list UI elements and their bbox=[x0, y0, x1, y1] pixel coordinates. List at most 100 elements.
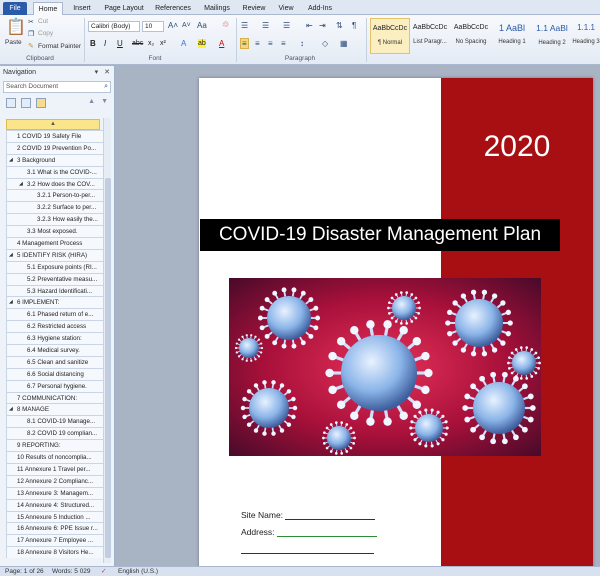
shading-icon[interactable]: ◇ bbox=[322, 39, 328, 48]
nav-scroll-thumb[interactable] bbox=[105, 178, 111, 558]
show-formatting-icon[interactable]: ¶ bbox=[352, 21, 356, 30]
justify-icon[interactable]: ≡ bbox=[281, 39, 286, 48]
tab-add-ins[interactable]: Add-Ins bbox=[305, 2, 335, 15]
address-field[interactable]: Address: bbox=[241, 527, 377, 537]
search-input[interactable]: Search Document ⌕ bbox=[3, 81, 111, 93]
increase-indent-icon[interactable]: ⇥ bbox=[319, 21, 326, 30]
style-normal[interactable]: AaBbCcDc ¶ Normal bbox=[370, 18, 410, 54]
style-heading-2[interactable]: 1.1 AaBl Heading 2 bbox=[532, 18, 572, 54]
nav-heading-item[interactable]: 8.1 COVID-19 Manage... bbox=[6, 415, 104, 428]
nav-heading-item[interactable]: 3.3 Most exposed. bbox=[6, 225, 104, 238]
nav-heading-item[interactable]: 5 IDENTIFY RISK (HIRA) bbox=[6, 248, 104, 261]
strikethrough-icon[interactable]: abc bbox=[132, 39, 143, 48]
tab-file[interactable]: File bbox=[3, 2, 27, 15]
cut-icon[interactable]: ✂ bbox=[28, 18, 34, 27]
browse-results-icon[interactable] bbox=[36, 98, 46, 108]
nav-heading-item[interactable]: 2 COVID 19 Prevention Po... bbox=[6, 141, 104, 154]
tab-page-layout[interactable]: Page Layout bbox=[102, 2, 146, 15]
superscript-icon[interactable]: x² bbox=[160, 39, 166, 48]
decrease-indent-icon[interactable]: ⇤ bbox=[306, 21, 313, 30]
browse-pages-icon[interactable] bbox=[21, 98, 31, 108]
nav-heading-item[interactable]: 3.2 How does the COV... bbox=[6, 177, 104, 190]
align-center-icon[interactable]: ≡ bbox=[255, 39, 260, 48]
style-list-paragraph[interactable]: AaBbCcDc List Paragr... bbox=[410, 18, 450, 54]
previous-icon[interactable]: ▲ bbox=[88, 98, 95, 105]
nav-heading-item[interactable]: 3.1 What is the COVID-... bbox=[6, 165, 104, 178]
document-page[interactable]: 2020 COVID-19 Disaster Management Plan S… bbox=[199, 78, 593, 568]
nav-heading-item[interactable]: 7 COMMUNICATION: bbox=[6, 391, 104, 404]
nav-collapse-all-button[interactable]: ▲ bbox=[6, 119, 100, 130]
bullets-icon[interactable]: ☰ bbox=[241, 21, 248, 30]
font-size-combo[interactable]: 10 bbox=[142, 21, 164, 32]
nav-heading-item[interactable]: 3.2.2 Surface to per... bbox=[6, 201, 104, 214]
tab-review[interactable]: Review bbox=[240, 2, 268, 15]
nav-heading-item[interactable]: 16 Annexure 6: PPE Issue r... bbox=[6, 522, 104, 535]
underline-icon[interactable]: U bbox=[117, 39, 123, 48]
language-indicator[interactable]: English (U.S.) bbox=[118, 567, 158, 576]
style-heading-1[interactable]: 1 AaBl Heading 1 bbox=[492, 18, 532, 54]
nav-heading-item[interactable]: 9 REPORTING: bbox=[6, 439, 104, 452]
nav-heading-item[interactable]: 17 Annexure 7 Employee ... bbox=[6, 534, 104, 547]
nav-heading-item[interactable]: 6.3 Hygiene station: bbox=[6, 332, 104, 345]
word-count[interactable]: Words: 5 029 bbox=[52, 567, 91, 576]
nav-heading-item[interactable]: 14 Annexure 4: Structured... bbox=[6, 498, 104, 511]
line-spacing-icon[interactable]: ↕ bbox=[300, 39, 304, 48]
change-case-icon[interactable]: Aa bbox=[197, 21, 207, 30]
align-right-icon[interactable]: ≡ bbox=[268, 39, 273, 48]
italic-icon[interactable]: I bbox=[104, 39, 106, 48]
nav-heading-item[interactable]: 3.2.3 How easily the... bbox=[6, 213, 104, 226]
nav-heading-item[interactable]: 18 Annexure 8 Visitors He... bbox=[6, 546, 104, 559]
next-icon[interactable]: ▼ bbox=[101, 98, 108, 105]
address-line-2[interactable] bbox=[241, 544, 374, 554]
search-icon[interactable]: ⌕ bbox=[104, 82, 108, 92]
grow-font-icon[interactable]: A˄ bbox=[168, 21, 178, 30]
copy-icon[interactable]: ❐ bbox=[28, 30, 34, 39]
nav-heading-item[interactable]: 10 Results of noncomplia... bbox=[6, 451, 104, 463]
site-name-field[interactable]: Site Name: bbox=[241, 510, 376, 520]
tab-insert[interactable]: Insert bbox=[68, 2, 96, 15]
page-count[interactable]: Page: 1 of 26 bbox=[5, 567, 44, 576]
tab-view[interactable]: View bbox=[274, 2, 298, 15]
nav-heading-item[interactable]: 4 Management Process bbox=[6, 237, 104, 249]
style-heading-3[interactable]: 1.1.1 Heading 3 bbox=[572, 18, 600, 54]
nav-heading-item[interactable]: 1 COVID 19 Safety File bbox=[6, 130, 104, 142]
nav-heading-item[interactable]: 13 Annexure 3: Managem... bbox=[6, 486, 104, 499]
nav-heading-item[interactable]: 6.7 Personal hygiene. bbox=[6, 379, 104, 392]
multilevel-list-icon[interactable]: ☰ bbox=[283, 21, 290, 30]
highlight-icon[interactable]: ab bbox=[198, 39, 206, 48]
cut-button[interactable]: Cut bbox=[38, 18, 48, 25]
nav-heading-item[interactable]: 6.5 Clean and sanitize bbox=[6, 355, 104, 368]
nav-heading-item[interactable]: 3 Background bbox=[6, 153, 104, 166]
nav-heading-item[interactable]: 11 Annexure 1 Travel per... bbox=[6, 462, 104, 475]
borders-icon[interactable]: ▦ bbox=[340, 39, 348, 48]
text-effects-icon[interactable]: A bbox=[181, 39, 186, 48]
font-name-combo[interactable]: Calibri (Body) bbox=[88, 21, 140, 32]
browse-headings-icon[interactable] bbox=[6, 98, 16, 108]
tab-mailings[interactable]: Mailings bbox=[200, 2, 234, 15]
nav-heading-item[interactable]: 3.2.1 Person-to-per... bbox=[6, 189, 104, 202]
nav-heading-item[interactable]: 5.2 Preventative measu... bbox=[6, 272, 104, 285]
tab-references[interactable]: References bbox=[152, 2, 194, 15]
nav-heading-item[interactable]: 5.3 Hazard Identificati... bbox=[6, 284, 104, 297]
nav-heading-item[interactable]: 15 Annexure 5 Induction ... bbox=[6, 510, 104, 523]
nav-heading-item[interactable]: 5.1 Exposure points (RI... bbox=[6, 260, 104, 273]
format-painter-button[interactable]: Format Painter bbox=[38, 43, 81, 50]
subscript-icon[interactable]: x₂ bbox=[148, 39, 154, 48]
nav-heading-item[interactable]: 6.6 Social distancing bbox=[6, 367, 104, 380]
shrink-font-icon[interactable]: A˅ bbox=[182, 21, 191, 30]
paste-button[interactable]: Paste bbox=[5, 39, 22, 46]
dropdown-icon[interactable]: ▾ bbox=[95, 69, 99, 76]
numbering-icon[interactable]: ☰ bbox=[262, 21, 269, 30]
nav-heading-item[interactable]: 8.2 COVID 19 complian... bbox=[6, 427, 104, 440]
nav-heading-item[interactable]: 6 IMPLEMENT: bbox=[6, 296, 104, 309]
close-icon[interactable]: ✕ bbox=[104, 69, 110, 76]
nav-heading-item[interactable]: 6.1 Phased return of e... bbox=[6, 308, 104, 321]
format-painter-icon[interactable]: ✎ bbox=[28, 42, 34, 51]
bold-icon[interactable]: B bbox=[90, 39, 96, 48]
style-no-spacing[interactable]: AaBbCcDc No Spacing bbox=[451, 18, 491, 54]
paste-icon[interactable]: 📋 bbox=[6, 19, 26, 37]
copy-button[interactable]: Copy bbox=[38, 30, 53, 37]
align-left-icon[interactable]: ≡ bbox=[240, 38, 249, 49]
nav-scrollbar[interactable] bbox=[103, 118, 111, 563]
font-color-icon[interactable]: A bbox=[219, 39, 224, 48]
